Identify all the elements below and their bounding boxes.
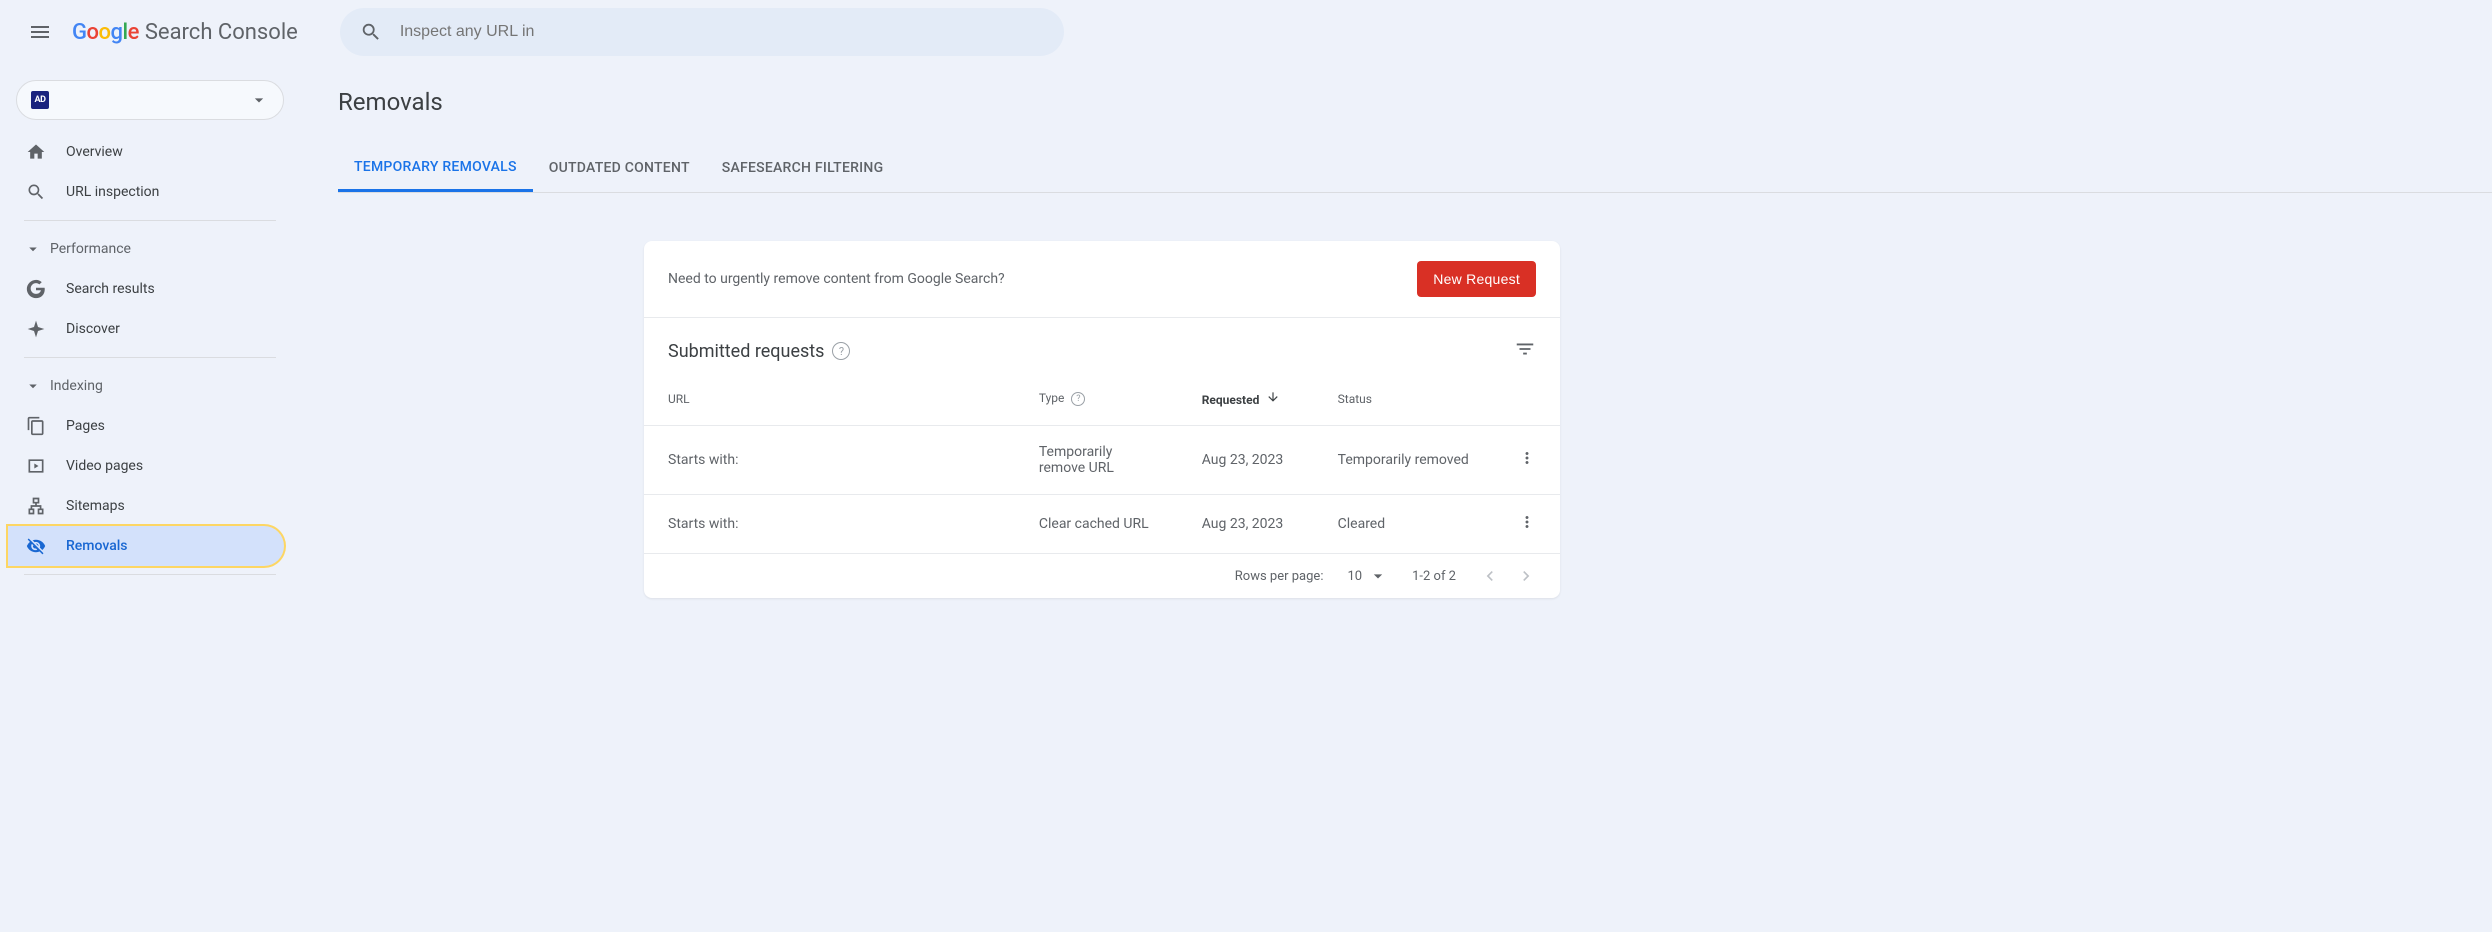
column-requested[interactable]: Requested: [1178, 372, 1314, 426]
visibility-off-icon: [24, 534, 48, 558]
sort-descending-icon: [1266, 390, 1280, 407]
prompt-text: Need to urgently remove content from Goo…: [668, 271, 1005, 287]
tab-safesearch-filtering[interactable]: SafeSearch filtering: [706, 144, 900, 192]
requests-table: URL Type ? Requested Status: [644, 372, 1560, 553]
cell-url: Starts with:: [644, 426, 1015, 495]
pages-icon: [24, 414, 48, 438]
sidebar-item-label: Pages: [66, 418, 105, 434]
sidebar-item-label: URL inspection: [66, 184, 159, 200]
section-label: Indexing: [50, 378, 103, 394]
cell-status: Temporarily removed: [1314, 426, 1494, 495]
cell-url: Starts with:: [644, 495, 1015, 554]
column-url[interactable]: URL: [644, 372, 1015, 426]
sidebar-item-label: Search results: [66, 281, 155, 297]
help-icon[interactable]: ?: [832, 342, 850, 360]
sidebar-item-pages[interactable]: Pages: [8, 406, 284, 446]
product-logo: Google Search Console: [72, 20, 298, 45]
chevron-down-icon: [1368, 566, 1388, 586]
sidebar-section-performance[interactable]: Performance: [8, 229, 292, 269]
chevron-left-icon[interactable]: [1480, 566, 1500, 586]
hamburger-menu-icon[interactable]: [16, 8, 64, 56]
more-icon[interactable]: [1518, 519, 1536, 535]
tab-temporary-removals[interactable]: Temporary Removals: [338, 144, 533, 192]
divider: [24, 220, 276, 221]
sidebar-item-discover[interactable]: Discover: [8, 309, 284, 349]
pagination-range: 1-2 of 2: [1412, 569, 1456, 584]
cell-type: Clear cached URL: [1015, 495, 1178, 554]
help-icon[interactable]: ?: [1071, 392, 1085, 406]
table-row[interactable]: Starts with: Clear cached URL Aug 23, 20…: [644, 495, 1560, 554]
tab-outdated-content[interactable]: Outdated Content: [533, 144, 706, 192]
sidebar-item-label: Sitemaps: [66, 498, 125, 514]
rows-per-page-select[interactable]: 10: [1347, 566, 1388, 586]
chevron-down-icon: [249, 90, 269, 110]
sidebar-item-removals[interactable]: Removals: [8, 526, 284, 566]
divider: [24, 574, 276, 575]
sidebar-item-label: Overview: [66, 144, 123, 160]
rows-per-page-label: Rows per page:: [1235, 569, 1324, 584]
filter-icon[interactable]: [1514, 338, 1536, 364]
sidebar-item-search-results[interactable]: Search results: [8, 269, 284, 309]
sitemap-icon: [24, 494, 48, 518]
search-icon: [24, 180, 48, 204]
search-icon: [360, 21, 382, 43]
header: Google Search Console: [0, 0, 2492, 64]
sidebar-item-label: Removals: [66, 538, 128, 554]
table-footer: Rows per page: 10 1-2 of 2: [644, 553, 1560, 598]
cell-status: Cleared: [1314, 495, 1494, 554]
google-g-icon: [24, 277, 48, 301]
property-favicon: AD: [31, 91, 49, 109]
divider: [24, 357, 276, 358]
more-icon[interactable]: [1518, 455, 1536, 471]
sidebar-section-indexing[interactable]: Indexing: [8, 366, 292, 406]
cell-requested: Aug 23, 2023: [1178, 426, 1314, 495]
url-inspect-search[interactable]: [340, 8, 1064, 56]
sidebar: AD Overview URL inspection Performance S…: [0, 64, 300, 932]
product-name: Search Console: [145, 20, 298, 45]
home-icon: [24, 140, 48, 164]
card-subtitle: Submitted requests: [668, 341, 824, 362]
card-header: Need to urgently remove content from Goo…: [644, 241, 1560, 318]
page-title: Removals: [338, 88, 2492, 116]
table-row[interactable]: Starts with: Temporarily remove URL Aug …: [644, 426, 1560, 495]
chevron-down-icon: [24, 240, 42, 258]
sidebar-item-url-inspection[interactable]: URL inspection: [8, 172, 284, 212]
search-input[interactable]: [400, 23, 1044, 41]
sidebar-item-video-pages[interactable]: Video pages: [8, 446, 284, 486]
new-request-button[interactable]: New Request: [1417, 261, 1536, 297]
sidebar-item-overview[interactable]: Overview: [8, 132, 284, 172]
sidebar-item-label: Discover: [66, 321, 120, 337]
discover-icon: [24, 317, 48, 341]
sidebar-item-sitemaps[interactable]: Sitemaps: [8, 486, 284, 526]
column-status[interactable]: Status: [1314, 372, 1494, 426]
chevron-down-icon: [24, 377, 42, 395]
card-subheader: Submitted requests ?: [644, 318, 1560, 372]
main-content: Removals Temporary Removals Outdated Con…: [300, 64, 2492, 932]
cell-requested: Aug 23, 2023: [1178, 495, 1314, 554]
video-icon: [24, 454, 48, 478]
cell-type: Temporarily remove URL: [1015, 426, 1178, 495]
section-label: Performance: [50, 241, 131, 257]
requests-card: Need to urgently remove content from Goo…: [644, 241, 1560, 598]
property-selector[interactable]: AD: [16, 80, 284, 120]
google-logo: Google: [72, 20, 139, 45]
column-type[interactable]: Type ?: [1015, 372, 1178, 426]
tabs: Temporary Removals Outdated Content Safe…: [338, 144, 2492, 193]
chevron-right-icon[interactable]: [1516, 566, 1536, 586]
sidebar-item-label: Video pages: [66, 458, 143, 474]
